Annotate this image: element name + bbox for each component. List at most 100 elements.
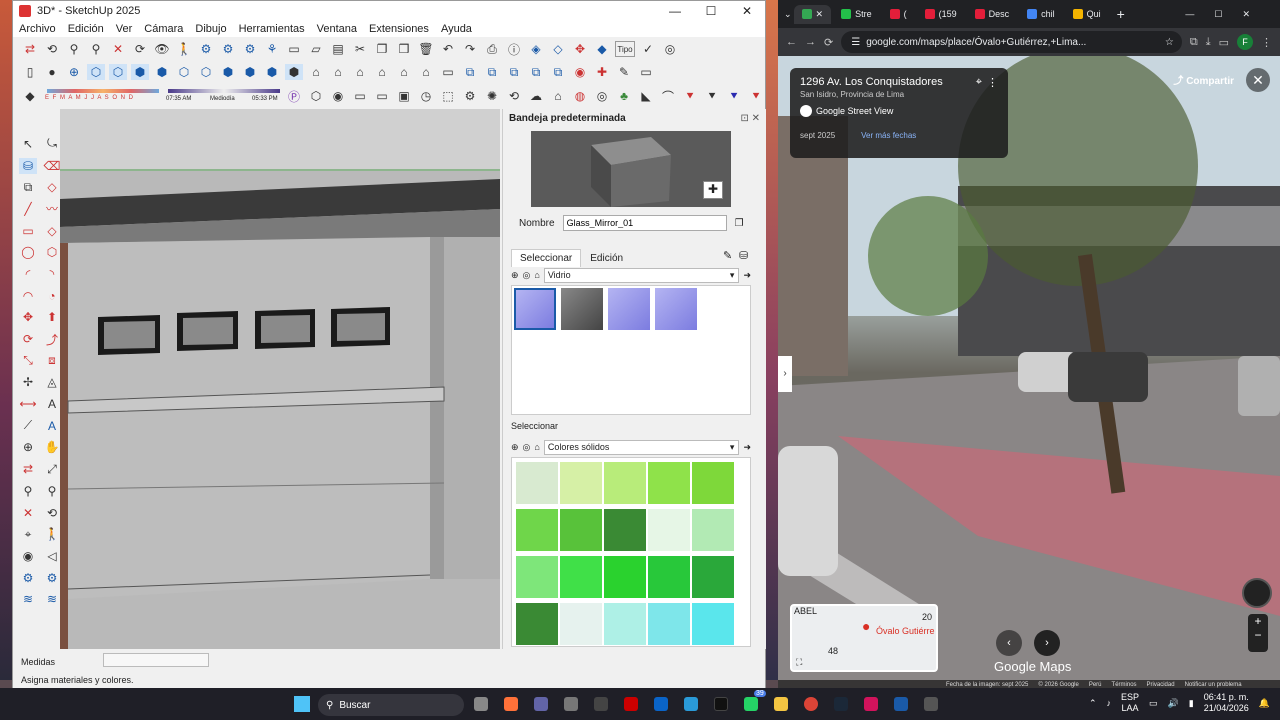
material-swatch[interactable]	[648, 556, 690, 598]
section-5-icon[interactable]: ⧉	[549, 64, 567, 80]
eyedropper-icon[interactable]: ✎	[723, 249, 732, 262]
share-button[interactable]: ⤴ Compartir	[1173, 72, 1234, 87]
material-swatch[interactable]	[604, 603, 646, 645]
left-view-icon[interactable]: ⬢	[263, 64, 281, 80]
tab-edit[interactable]: Edición	[581, 249, 633, 267]
arc-2-icon[interactable]: ◝	[43, 266, 61, 282]
cloud-icon[interactable]: ☁	[527, 88, 545, 104]
tray-chevron-icon[interactable]: ⌃	[1089, 698, 1097, 709]
menu-edicion[interactable]: Edición	[68, 23, 104, 35]
new-file-icon[interactable]: ▭	[285, 41, 303, 57]
tape-icon[interactable]: ✢	[19, 374, 37, 390]
forward-icon-2[interactable]: ◎	[523, 442, 531, 453]
3d-text-icon[interactable]: A	[43, 418, 61, 434]
open-file-icon[interactable]: ▱	[307, 41, 325, 57]
next-arrow-button[interactable]: ›	[1034, 630, 1060, 656]
windows-start-icon[interactable]	[294, 696, 310, 712]
close-button[interactable]: ✕	[729, 4, 765, 18]
duplicate-icon[interactable]: ❐	[735, 218, 744, 229]
menu-dibujo[interactable]: Dibujo	[195, 23, 226, 35]
details-icon[interactable]: ➜	[743, 270, 751, 281]
wireframe-icon[interactable]: ⬡	[87, 64, 105, 80]
model-info-icon[interactable]: ⓘ	[505, 41, 523, 57]
sandbox-icon[interactable]: ⚘	[263, 41, 281, 57]
menu-dots-icon[interactable]: ⋮	[1261, 36, 1280, 49]
material-swatch[interactable]	[561, 288, 604, 330]
store-icon[interactable]	[564, 697, 578, 711]
forward-icon[interactable]: ◎	[523, 270, 531, 281]
orbit-tool-icon[interactable]: ⟲	[43, 41, 61, 57]
hidden-line-icon[interactable]: ⬡	[109, 64, 127, 80]
material-swatch[interactable]	[516, 462, 558, 504]
material-swatch[interactable]	[692, 603, 734, 645]
outlook-icon[interactable]	[654, 697, 668, 711]
lasso-icon[interactable]: ⤿	[43, 136, 61, 152]
shape-icon[interactable]: ◣	[637, 88, 655, 104]
paste-icon[interactable]: ❒	[395, 41, 413, 57]
shadow-time-slider[interactable]: 07:35 AM Mediodía 05:33 PM	[164, 87, 281, 105]
material-swatch[interactable]	[514, 288, 556, 330]
create-material-icon[interactable]: ✚	[703, 181, 723, 199]
battery-icon[interactable]: ▮	[1189, 698, 1194, 709]
menu-camara[interactable]: Cámara	[144, 23, 183, 35]
polygon-icon[interactable]: ⬡	[43, 244, 61, 260]
sample-paint-icon[interactable]: ⛁	[739, 249, 748, 262]
edge-icon[interactable]	[684, 697, 698, 711]
iso-view-icon[interactable]: ⬢	[153, 64, 171, 80]
material-swatch[interactable]	[560, 462, 602, 504]
browser-tab[interactable]: chil	[1019, 5, 1063, 23]
acrobat-icon[interactable]	[864, 697, 878, 711]
material-swatch[interactable]	[648, 603, 690, 645]
shadow-date-slider[interactable]: E F M A M J J A S O N D	[43, 87, 160, 105]
sphere-icon[interactable]: ◎	[593, 88, 611, 104]
dimension-icon[interactable]: ✚	[593, 64, 611, 80]
app-icon[interactable]	[594, 697, 608, 711]
redo-icon[interactable]: ↷	[461, 41, 479, 57]
house-2-icon[interactable]: ⌂	[329, 64, 347, 80]
circle-icon[interactable]: ◯	[19, 244, 37, 260]
zoom-window-icon[interactable]: ⚲	[87, 41, 105, 57]
save-icon[interactable]: ▤	[329, 41, 347, 57]
pan-icon[interactable]: ✋	[43, 439, 61, 455]
gear-icon[interactable]: ⚙	[461, 88, 479, 104]
3d-viewport[interactable]	[60, 109, 500, 649]
menu-ayuda[interactable]: Ayuda	[441, 23, 472, 35]
chrome-icon[interactable]	[804, 697, 818, 711]
steam-icon[interactable]	[834, 697, 848, 711]
orbit-icon[interactable]: ⊕	[19, 439, 37, 455]
shadow-toggle-icon[interactable]: ◆	[21, 88, 39, 104]
omnibox[interactable]: ☰ google.com/maps/place/Óvalo+Gutiérrez,+…	[841, 31, 1182, 53]
language-indicator[interactable]: ESP LAA	[1121, 692, 1139, 714]
notification-icon[interactable]: 🔔	[1259, 698, 1270, 709]
browser-tab[interactable]: (	[882, 5, 915, 23]
street-view-panorama[interactable]: 1296 Av. Los Conquistadores San Isidro, …	[778, 56, 1280, 690]
task-view-icon[interactable]	[474, 697, 488, 711]
app-gear-icon[interactable]	[924, 697, 938, 711]
tab-select[interactable]: Seleccionar	[511, 249, 582, 267]
more-dates-link[interactable]: Ver más fechas	[861, 131, 916, 140]
section-3-icon[interactable]: ⧉	[505, 64, 523, 80]
measure-input[interactable]	[103, 653, 209, 667]
push-pull-icon[interactable]: ⬆	[43, 309, 61, 325]
walk-icon[interactable]: 👁	[153, 41, 171, 57]
menu-extensiones[interactable]: Extensiones	[369, 23, 429, 35]
material-swatch[interactable]	[516, 509, 558, 551]
forward-arrow-icon[interactable]: →	[805, 36, 816, 48]
move-icon[interactable]: ✥	[19, 309, 37, 325]
prev-icon[interactable]: ⟲	[43, 505, 61, 521]
cube-icon[interactable]: ⬡	[307, 88, 325, 104]
sandbox-1-icon[interactable]: ≋	[19, 591, 37, 607]
top-view-icon[interactable]: ⬡	[175, 64, 193, 80]
render-icon[interactable]: ◉	[329, 88, 347, 104]
compass-icon[interactable]	[1242, 578, 1272, 608]
extension-icon[interactable]: ◇	[549, 41, 567, 57]
follow-me-icon[interactable]: ⤴	[43, 331, 61, 347]
axes-tool-icon[interactable]: ⟋	[19, 418, 37, 434]
material-swatch[interactable]	[516, 556, 558, 598]
shield-icon[interactable]: ◍	[571, 88, 589, 104]
mic-icon[interactable]: ♪	[1107, 698, 1112, 708]
check-icon[interactable]: ✓	[639, 41, 657, 57]
material-swatch[interactable]	[692, 509, 734, 551]
select-tool-icon[interactable]: ⇄	[21, 41, 39, 57]
pin-icon[interactable]: ⌖	[976, 76, 982, 89]
